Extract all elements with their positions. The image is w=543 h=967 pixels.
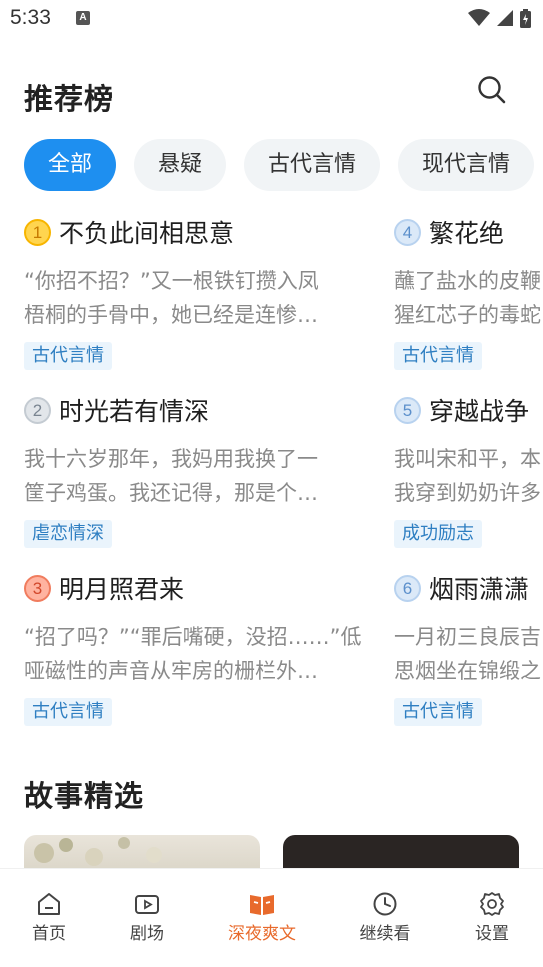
rank-badge: 3 — [24, 574, 51, 602]
book-description: “你招不招？”又一根铁钉攒入凤 梧桐的手骨中，她已经是连惨… — [24, 264, 376, 332]
nav-label: 设置 — [475, 924, 509, 944]
battery-icon — [520, 8, 531, 28]
ranking-item[interactable]: 3 明月照君来 “招了吗？”“罪后嘴硬，没招……”低 哑磁性的声音从牢房的栅栏外… — [24, 568, 376, 746]
description-line: 我穿到奶奶许多 — [394, 481, 541, 505]
description-line: 猩红芯子的毒蛇 — [394, 303, 541, 327]
page-title: 推荐榜 — [24, 82, 115, 116]
clock-icon — [373, 892, 397, 916]
tab-all[interactable]: 全部 — [24, 139, 117, 191]
tab-suspense[interactable]: 悬疑 — [134, 139, 227, 191]
genre-tag: 古代言情 — [24, 342, 112, 370]
nav-label: 剧场 — [130, 924, 164, 944]
description-line: 梧桐的手骨中，她已经是连惨… — [24, 303, 318, 327]
home-icon — [38, 893, 60, 915]
notification-icon: A — [76, 11, 90, 25]
status-bar: 5:33 A — [0, 0, 543, 40]
description-line: “招了吗？”“罪后嘴硬，没招……”低 — [24, 625, 362, 649]
book-title: 明月照君来 — [59, 575, 185, 604]
description-line: “你招不招？”又一根铁钉攒入凤 — [24, 269, 319, 293]
ranking-item[interactable]: 2 时光若有情深 我十六岁那年，我妈用我换了一 筐子鸡蛋。我还记得，那是个… 虐… — [24, 390, 376, 568]
book-description: 蘸了盐水的皮鞭 猩红芯子的毒蛇 — [394, 264, 543, 332]
gear-icon — [480, 892, 504, 916]
nav-label: 继续看 — [359, 924, 411, 944]
description-line: 思烟坐在锦缎之 — [394, 659, 541, 683]
ranking-item[interactable]: 6 烟雨潇潇 一月初三良辰吉 思烟坐在锦缎之 古代言情 — [394, 568, 543, 746]
ranking-column-1: 1 不负此间相思意 “你招不招？”又一根铁钉攒入凤 梧桐的手骨中，她已经是连惨…… — [24, 212, 376, 746]
nav-home[interactable]: 首页 — [4, 889, 94, 945]
description-line: 我十六岁那年，我妈用我换了一 — [24, 447, 318, 471]
section-title: 故事精选 — [24, 779, 145, 813]
book-description: 我十六岁那年，我妈用我换了一 筐子鸡蛋。我还记得，那是个… — [24, 442, 376, 510]
signal-icon — [497, 10, 513, 26]
rank-badge: 6 — [394, 574, 421, 602]
book-title: 穿越战争 — [429, 397, 530, 426]
nav-theater[interactable]: 剧场 — [102, 889, 192, 945]
genre-tag: 古代言情 — [394, 342, 482, 370]
book-title: 繁花绝 — [429, 219, 505, 248]
genre-tag: 成功励志 — [394, 520, 482, 548]
book-title: 烟雨潇潇 — [429, 575, 530, 604]
genre-tag: 古代言情 — [394, 698, 482, 726]
ranking-column-2: 4 繁花绝 蘸了盐水的皮鞭 猩红芯子的毒蛇 古代言情 5 穿越战争 我叫宋和平，… — [394, 212, 543, 746]
status-icons — [468, 8, 531, 28]
rank-badge: 4 — [394, 218, 421, 246]
nav-continue[interactable]: 继续看 — [340, 889, 430, 945]
category-tabs: 全部 悬疑 古代言情 现代言情 — [24, 139, 535, 191]
genre-tag: 古代言情 — [24, 698, 112, 726]
tab-modern-romance[interactable]: 现代言情 — [398, 139, 535, 191]
video-icon — [135, 895, 159, 914]
rank-badge: 1 — [24, 218, 51, 246]
nav-late-night[interactable]: 深夜爽文 — [217, 889, 307, 945]
rank-badge: 2 — [24, 396, 51, 424]
book-icon — [250, 895, 274, 915]
ranking-item[interactable]: 1 不负此间相思意 “你招不招？”又一根铁钉攒入凤 梧桐的手骨中，她已经是连惨…… — [24, 212, 376, 390]
description-line: 我叫宋和平，本 — [394, 447, 541, 471]
wifi-icon — [468, 9, 490, 26]
genre-tag: 虐恋情深 — [24, 520, 112, 548]
description-line: 哑磁性的声音从牢房的栅栏外… — [24, 659, 318, 683]
header: 推荐榜 — [0, 70, 543, 120]
status-time: 5:33 — [10, 6, 51, 29]
ranking-item[interactable]: 5 穿越战争 我叫宋和平，本 我穿到奶奶许多 成功励志 — [394, 390, 543, 568]
tab-ancient-romance[interactable]: 古代言情 — [244, 139, 381, 191]
book-description: 我叫宋和平，本 我穿到奶奶许多 — [394, 442, 543, 510]
nav-label: 首页 — [32, 924, 66, 944]
book-title: 时光若有情深 — [59, 397, 210, 426]
search-icon[interactable] — [476, 74, 508, 106]
rank-badge: 5 — [394, 396, 421, 424]
book-description: “招了吗？”“罪后嘴硬，没招……”低 哑磁性的声音从牢房的栅栏外… — [24, 620, 376, 688]
nav-settings[interactable]: 设置 — [447, 889, 537, 945]
description-line: 一月初三良辰吉 — [394, 625, 541, 649]
nav-label: 深夜爽文 — [228, 924, 296, 944]
description-line: 筐子鸡蛋。我还记得，那是个… — [24, 481, 318, 505]
book-title: 不负此间相思意 — [59, 219, 235, 248]
book-description: 一月初三良辰吉 思烟坐在锦缎之 — [394, 620, 543, 688]
description-line: 蘸了盐水的皮鞭 — [394, 269, 541, 293]
ranking-item[interactable]: 4 繁花绝 蘸了盐水的皮鞭 猩红芯子的毒蛇 古代言情 — [394, 212, 543, 390]
bottom-navigation: 首页 剧场 深夜爽文 继续看 设置 — [0, 868, 543, 967]
